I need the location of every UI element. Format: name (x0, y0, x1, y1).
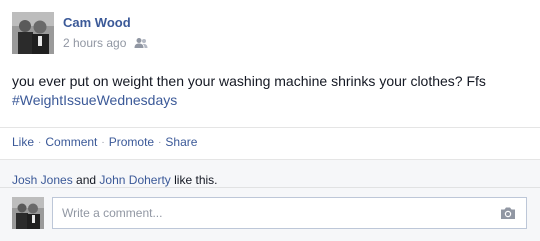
likes-sentence: Josh Jones and John Doherty like this. (12, 173, 218, 187)
author-photo (12, 12, 54, 54)
message-text: you ever put on weight then your washing… (12, 73, 486, 89)
comment-composer (0, 188, 540, 241)
comment-link[interactable]: Comment (45, 135, 97, 149)
comment-box (52, 197, 527, 229)
divider (0, 127, 540, 128)
comment-input[interactable] (53, 198, 526, 228)
like-link[interactable]: Like (12, 135, 34, 149)
separator-dot: · (38, 136, 42, 148)
liker-name[interactable]: John Doherty (99, 173, 170, 187)
viewer-photo (12, 197, 44, 229)
timestamp[interactable]: 2 hours ago (63, 36, 126, 50)
liker-name[interactable]: Josh Jones (12, 173, 73, 187)
separator-dot: · (158, 136, 162, 148)
feed-story: Cam Wood 2 hours ago you ever put on wei… (0, 0, 540, 241)
likes-conjunction: and (76, 173, 97, 187)
story-actions: Like · Comment · Promote · Share (12, 135, 197, 149)
story-message: you ever put on weight then your washing… (12, 72, 528, 110)
share-link[interactable]: Share (165, 135, 197, 149)
likes-suffix: like this. (174, 173, 218, 187)
promote-link[interactable]: Promote (109, 135, 154, 149)
story-meta: 2 hours ago (63, 36, 148, 50)
camera-icon[interactable] (500, 206, 516, 220)
author-name[interactable]: Cam Wood (63, 15, 131, 30)
story-header: Cam Wood 2 hours ago (12, 12, 412, 54)
hashtag-link[interactable]: #WeightIssueWednesdays (12, 91, 528, 110)
author-avatar[interactable] (12, 12, 54, 54)
separator-dot: · (101, 136, 105, 148)
friends-icon[interactable] (134, 37, 148, 49)
viewer-avatar[interactable] (12, 197, 44, 229)
